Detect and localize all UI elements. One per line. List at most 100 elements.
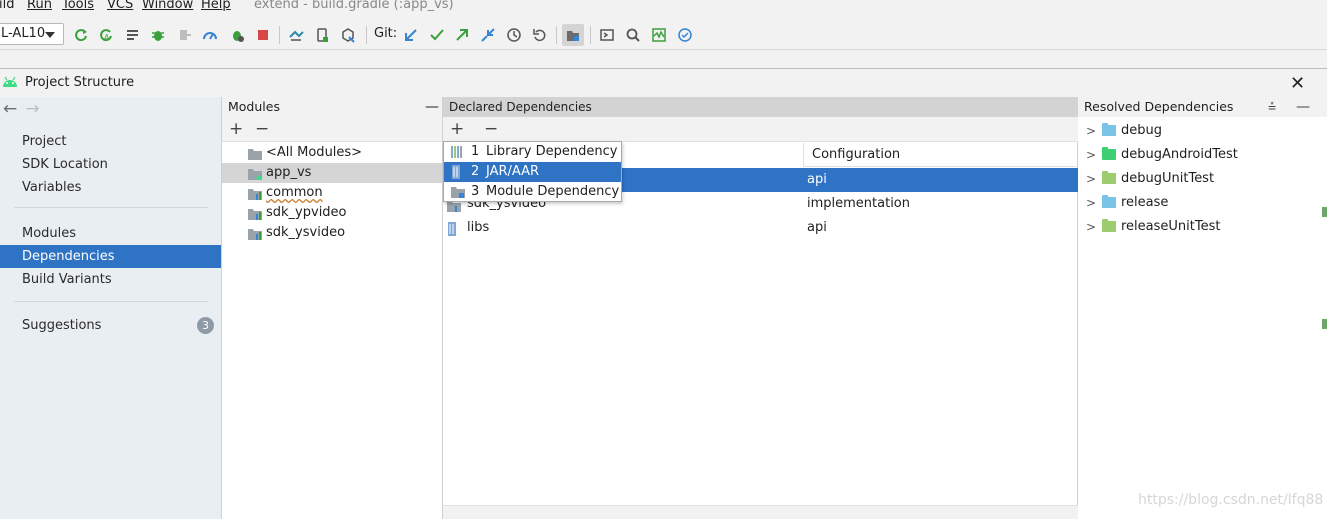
- folder-icon: [1102, 195, 1116, 208]
- nav-item-project[interactable]: Project: [0, 130, 221, 153]
- search-icon[interactable]: [624, 26, 642, 44]
- rollback-icon[interactable]: [531, 26, 549, 44]
- terminal-icon[interactable]: [598, 26, 616, 44]
- dependency-configuration: api: [807, 172, 827, 187]
- nav-item-label: Build Variants: [22, 272, 112, 287]
- resolved-row-debug-unit-test[interactable]: > debugUnitTest: [1078, 167, 1327, 191]
- menu-window[interactable]: Window: [142, 0, 193, 12]
- device-selector-label: L-AL10: [1, 26, 46, 41]
- nav-item-build-variants[interactable]: Build Variants: [0, 268, 221, 291]
- dialog-title: Project Structure: [25, 75, 135, 90]
- git-push-icon[interactable]: [453, 26, 471, 44]
- add-dependency-popup: 1 Library Dependency 2 JAR/AAR Dependenc…: [443, 141, 622, 202]
- modules-panel: Modules — + − <All Modules> app_vs commo…: [221, 97, 443, 519]
- history-icon[interactable]: [505, 26, 523, 44]
- nav-item-label: Variables: [22, 180, 82, 195]
- back-arrow-icon[interactable]: ←: [3, 99, 17, 119]
- library-module-icon: [248, 227, 262, 247]
- chevron-right-icon[interactable]: >: [1086, 143, 1096, 167]
- menu-help[interactable]: Help: [201, 0, 231, 12]
- check-icon[interactable]: [676, 26, 694, 44]
- git-commit-icon[interactable]: [428, 26, 446, 44]
- nav-item-modules[interactable]: Modules: [0, 222, 221, 245]
- menu-vcs[interactable]: VCS: [107, 0, 133, 12]
- resolved-row-release[interactable]: > release: [1078, 191, 1327, 215]
- popup-item-number: 1: [471, 144, 480, 159]
- apply-code-changes-icon[interactable]: A: [97, 26, 115, 44]
- dependency-row[interactable]: libs api: [443, 216, 1078, 240]
- resolved-label: debugUnitTest: [1121, 171, 1215, 186]
- horizontal-scrollbar[interactable]: [443, 505, 1078, 519]
- add-dependency-icon[interactable]: +: [450, 119, 464, 139]
- left-navigation: ← → Project SDK Location Variables Module…: [0, 97, 221, 519]
- dependency-configuration: implementation: [807, 196, 911, 211]
- forward-arrow-icon[interactable]: →: [25, 99, 39, 119]
- chevron-right-icon[interactable]: >: [1086, 215, 1096, 239]
- chevron-down-icon: [45, 32, 55, 38]
- module-row-sdk-ypvideo[interactable]: sdk_ypvideo: [222, 203, 442, 223]
- resolved-header-label: Resolved Dependencies: [1084, 99, 1234, 114]
- resolved-row-release-unit-test[interactable]: > releaseUnitTest: [1078, 215, 1327, 239]
- resolved-row-debug[interactable]: > debug: [1078, 119, 1327, 143]
- apply-changes-restart-icon[interactable]: [72, 26, 90, 44]
- menu-tools[interactable]: Tools: [62, 0, 94, 12]
- popup-item-library-dependency[interactable]: 1 Library Dependency: [444, 142, 621, 162]
- menu-run[interactable]: Run: [27, 0, 52, 12]
- folder-icon: [1102, 147, 1116, 160]
- remove-icon[interactable]: −: [255, 119, 269, 139]
- module-row-sdk-ysvideo[interactable]: sdk_ysvideo: [222, 223, 442, 243]
- chevron-right-icon[interactable]: >: [1086, 119, 1096, 143]
- popup-item-label: Library Dependency: [486, 144, 618, 159]
- module-row-app-vs[interactable]: app_vs: [222, 163, 442, 183]
- sync-icon[interactable]: [287, 26, 305, 44]
- debug-icon[interactable]: [149, 26, 167, 44]
- chevron-right-icon[interactable]: >: [1086, 167, 1096, 191]
- attach-debugger-icon[interactable]: [175, 26, 193, 44]
- minimize-icon[interactable]: —: [1296, 97, 1310, 117]
- nav-divider: [14, 301, 208, 302]
- nav-item-suggestions[interactable]: Suggestions: [0, 314, 221, 337]
- window-title: extend - build.gradle (:app_vs): [254, 0, 454, 12]
- nav-item-sdk-location[interactable]: SDK Location: [0, 153, 221, 176]
- add-icon[interactable]: +: [229, 119, 243, 139]
- collapse-all-icon[interactable]: ⩮: [1268, 97, 1276, 117]
- git-fetch-icon[interactable]: [479, 26, 497, 44]
- device-manager-icon[interactable]: [313, 26, 331, 44]
- remove-dependency-icon[interactable]: −: [484, 119, 498, 139]
- column-header-label: Configuration: [812, 147, 901, 162]
- resolved-dependencies-panel: Resolved Dependencies ⩮ — > debug > debu…: [1078, 97, 1327, 519]
- stop-icon[interactable]: [254, 26, 272, 44]
- modules-toolbar: + −: [222, 117, 443, 142]
- minimize-icon[interactable]: —: [425, 97, 439, 117]
- main-toolbar: L-AL10 A Git:: [0, 18, 1327, 50]
- nav-item-label: Modules: [22, 226, 77, 241]
- chevron-right-icon[interactable]: >: [1086, 191, 1096, 215]
- nav-item-dependencies[interactable]: Dependencies: [0, 245, 221, 268]
- project-structure-icon[interactable]: [562, 24, 584, 46]
- modules-header-label: Modules: [228, 99, 280, 114]
- module-row-common[interactable]: common: [222, 183, 442, 203]
- device-selector[interactable]: L-AL10: [0, 23, 64, 45]
- resolved-label: debugAndroidTest: [1121, 147, 1238, 162]
- popup-item-label: Module Dependency: [486, 184, 620, 199]
- git-update-icon[interactable]: [402, 26, 420, 44]
- popup-item-number: 3: [471, 184, 480, 199]
- profile-icon[interactable]: [201, 26, 219, 44]
- logcat-icon[interactable]: [124, 26, 142, 44]
- resolved-row-debug-android-test[interactable]: > debugAndroidTest: [1078, 143, 1327, 167]
- module-row-all[interactable]: <All Modules>: [222, 143, 442, 163]
- nav-item-variables[interactable]: Variables: [0, 176, 221, 199]
- git-label: Git:: [374, 26, 398, 41]
- popup-item-module-dependency[interactable]: 3 Module Dependency: [444, 182, 621, 202]
- menu-build[interactable]: ild: [0, 0, 14, 12]
- menu-bar: ild Run Tools VCS Window Help extend - b…: [0, 0, 1327, 16]
- column-header-configuration[interactable]: Configuration: [803, 143, 1078, 167]
- profiler-icon[interactable]: [650, 26, 668, 44]
- module-label: sdk_ysvideo: [266, 225, 346, 240]
- sdk-manager-icon[interactable]: [339, 26, 357, 44]
- popup-item-jar-aar-dependency[interactable]: 2 JAR/AAR Dependency: [444, 162, 621, 199]
- close-icon[interactable]: ✕: [1290, 73, 1305, 94]
- debug-bug-icon[interactable]: [228, 26, 246, 44]
- declared-toolbar: + −: [443, 117, 1078, 142]
- declared-header-label: Declared Dependencies: [449, 100, 592, 114]
